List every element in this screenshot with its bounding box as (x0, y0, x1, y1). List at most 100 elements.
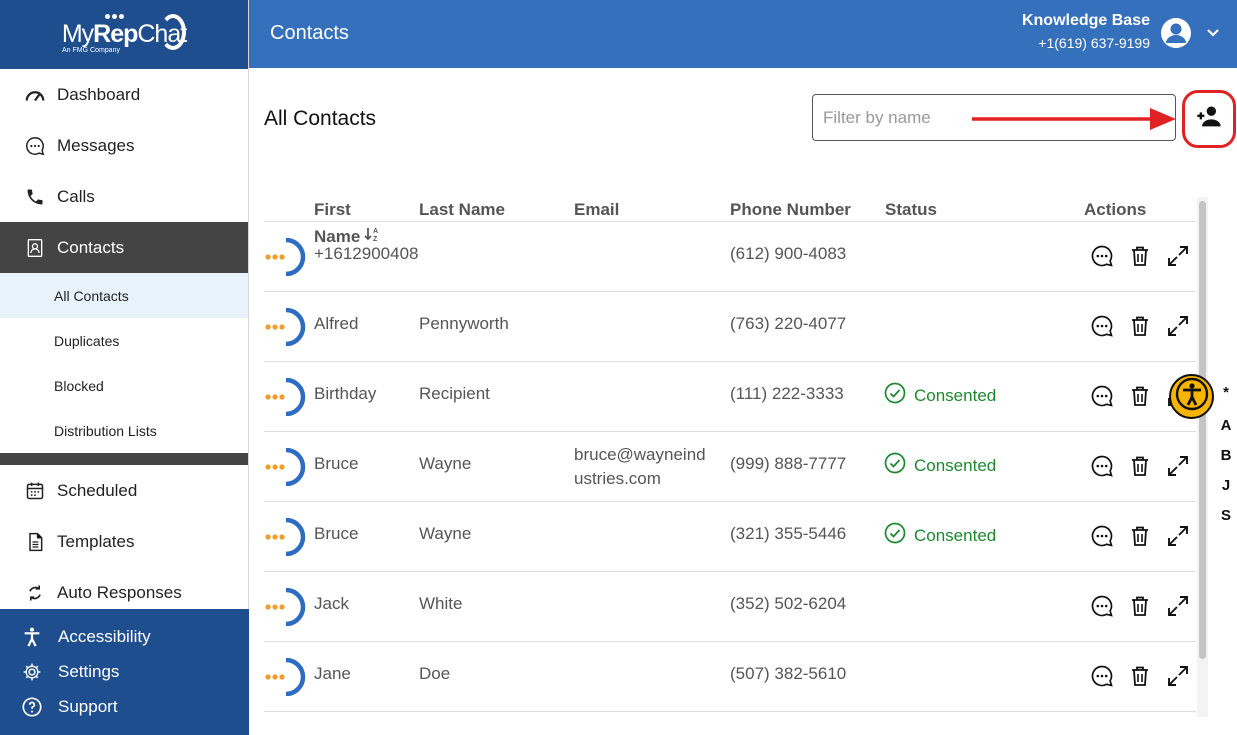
sidebar-item-label: Accessibility (58, 626, 151, 646)
expand-icon[interactable] (1166, 454, 1190, 478)
cell-phone: (507) 382-5610 (730, 664, 847, 683)
svg-text:Z: Z (373, 236, 378, 242)
message-icon[interactable] (1090, 244, 1114, 268)
column-header-email[interactable]: Email (574, 200, 619, 220)
scrollbar[interactable] (1197, 197, 1208, 717)
sidebar-item-contacts[interactable]: Contacts (0, 222, 248, 273)
cell-last-name: Wayne (419, 524, 472, 543)
trash-icon[interactable] (1128, 454, 1152, 478)
alphabet-index-letter[interactable]: J (1219, 477, 1233, 494)
sidebar-item-label: Templates (57, 531, 135, 551)
contacts-icon (23, 236, 47, 260)
column-header-first[interactable]: First (314, 200, 351, 220)
logo-tagline: An FMG Company (62, 47, 120, 54)
message-icon[interactable] (1090, 664, 1114, 688)
logo-dots (105, 14, 124, 19)
cell-phone: (321) 355-5446 (730, 524, 847, 543)
sidebar-item-settings[interactable]: Settings (0, 654, 249, 689)
cell-phone: (763) 220-4077 (730, 314, 847, 333)
accessibility-icon (1175, 377, 1209, 416)
check-circle-icon (884, 452, 906, 479)
sidebar-item-dashboard[interactable]: Dashboard (0, 69, 248, 120)
table-row[interactable]: +1612900408 (612) 900-4083 (264, 222, 1196, 292)
cell-last-name: Recipient (419, 384, 490, 403)
table-row[interactable]: Alfred Pennyworth (763) 220-4077 (264, 292, 1196, 362)
row-actions (1090, 664, 1190, 688)
table-row[interactable]: Jack White (352) 502-6204 (264, 572, 1196, 642)
expand-icon[interactable] (1166, 594, 1190, 618)
sidebar-item-support[interactable]: Support (0, 689, 249, 724)
cell-email: bruce@wayneind ustries.com (574, 443, 706, 491)
column-header-last-name[interactable]: Last Name (419, 200, 505, 220)
accessibility-widget-button[interactable] (1169, 374, 1214, 419)
cell-first-name: Birthday (314, 384, 377, 403)
cell-first-name: +1612900408 (314, 244, 419, 263)
sidebar-item-calls[interactable]: Calls (0, 171, 248, 222)
chat-bubble-icon (23, 134, 47, 158)
table-row[interactable]: Jane Doe (507) 382-5610 (264, 642, 1196, 712)
expand-icon[interactable] (1166, 664, 1190, 688)
sidebar-item-scheduled[interactable]: Scheduled (0, 465, 248, 516)
sidebar-sub-blocked[interactable]: Blocked (0, 363, 248, 408)
avatar[interactable] (1160, 17, 1192, 49)
contacts-table: First Last Name Email Phone Number Statu… (264, 192, 1196, 712)
trash-icon[interactable] (1128, 594, 1152, 618)
table-body: +1612900408 (612) 900-4083 Alfred Pennywor… (264, 222, 1196, 712)
sidebar-item-label: Settings (58, 661, 120, 681)
expand-icon[interactable] (1166, 314, 1190, 338)
add-contact-button[interactable] (1182, 90, 1236, 148)
status-badge: Consented (884, 452, 996, 479)
column-header-phone[interactable]: Phone Number (730, 200, 851, 220)
cell-phone: (352) 502-6204 (730, 594, 847, 613)
cell-last-name: Wayne (419, 454, 472, 473)
sidebar-sub-all-contacts[interactable]: All Contacts (0, 273, 248, 318)
check-circle-icon (884, 382, 906, 409)
alphabet-index-letter[interactable]: B (1219, 447, 1233, 464)
account-info[interactable]: Knowledge Base +1(619) 637-9199 (1022, 12, 1150, 51)
status-badge: Consented (884, 382, 996, 409)
table-row[interactable]: Bruce Wayne bruce@wayneind ustries.com (999)… (264, 432, 1196, 502)
expand-icon[interactable] (1166, 524, 1190, 548)
sidebar-item-accessibility[interactable]: Accessibility (0, 619, 249, 654)
contact-avatar-icon (264, 447, 306, 487)
chevron-down-icon[interactable] (1205, 24, 1221, 40)
account-phone: +1(619) 637-9199 (1038, 35, 1150, 51)
message-icon[interactable] (1090, 384, 1114, 408)
alphabet-index-letter[interactable]: * (1219, 384, 1233, 401)
row-actions (1090, 244, 1190, 268)
cell-email-line1: bruce@wayneind (574, 445, 706, 464)
sidebar-item-messages[interactable]: Messages (0, 120, 248, 171)
cell-first-name: Jack (314, 594, 349, 613)
table-row[interactable]: Bruce Wayne (321) 355-5446 Consented (264, 502, 1196, 572)
sidebar: MyRepChat An FMG Company Dashboard Messa… (0, 0, 249, 735)
logo[interactable]: MyRepChat An FMG Company (0, 0, 248, 69)
message-icon[interactable] (1090, 454, 1114, 478)
row-actions (1090, 524, 1190, 548)
trash-icon[interactable] (1128, 664, 1152, 688)
message-icon[interactable] (1090, 524, 1114, 548)
column-header-first-line2[interactable]: Name A Z (314, 226, 380, 247)
alphabet-index-letter[interactable]: S (1219, 507, 1233, 524)
scrollbar-thumb[interactable] (1199, 201, 1206, 659)
expand-icon[interactable] (1166, 244, 1190, 268)
document-icon (23, 530, 47, 554)
logo-arc (160, 14, 186, 50)
table-row[interactable]: Birthday Recipient (111) 222-3333 Consented (264, 362, 1196, 432)
cell-first-name: Bruce (314, 524, 359, 543)
trash-icon[interactable] (1128, 314, 1152, 338)
sort-az-icon[interactable]: AZ (364, 226, 380, 247)
message-icon[interactable] (1090, 594, 1114, 618)
annotation-arrow-icon (972, 108, 1176, 130)
sidebar-item-templates[interactable]: Templates (0, 516, 248, 567)
contact-avatar-icon (264, 587, 306, 627)
sidebar-sub-distribution-lists[interactable]: Distribution Lists (0, 408, 248, 453)
trash-icon[interactable] (1128, 384, 1152, 408)
cell-first-name: Jane (314, 664, 351, 683)
message-icon[interactable] (1090, 314, 1114, 338)
column-header-status[interactable]: Status (885, 200, 937, 220)
alphabet-index-letter[interactable]: A (1219, 417, 1233, 434)
cell-first-name: Bruce (314, 454, 359, 473)
trash-icon[interactable] (1128, 524, 1152, 548)
sidebar-sub-duplicates[interactable]: Duplicates (0, 318, 248, 363)
trash-icon[interactable] (1128, 244, 1152, 268)
